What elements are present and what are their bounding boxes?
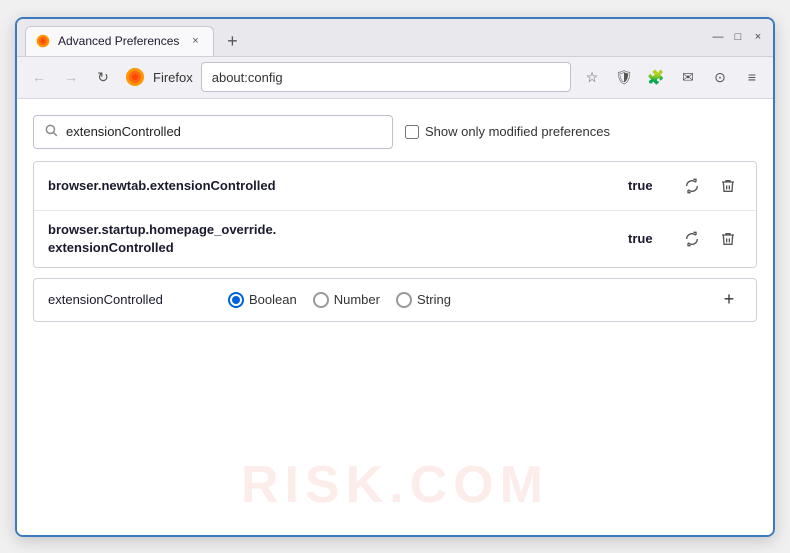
firefox-tab-icon [36,34,50,48]
new-tab-button[interactable]: + [218,28,246,56]
delete-button-2[interactable] [714,225,742,253]
active-tab[interactable]: Advanced Preferences × [25,26,214,56]
browser-window: Advanced Preferences × + — □ × ← → ↻ Fir… [15,17,775,537]
pref-actions-2 [678,225,742,253]
refresh-button[interactable]: ↻ [89,63,117,91]
preferences-table: browser.newtab.extensionControlled true [33,161,757,268]
pref-name-1: browser.newtab.extensionControlled [48,178,628,193]
new-pref-name: extensionControlled [48,292,208,307]
radio-label-number: Number [334,292,380,307]
navbar: ← → ↻ Firefox ☆ 🛡 🧩 ✉ ⊙ ≡ [17,57,773,99]
firefox-logo [125,67,145,87]
reset-button-1[interactable] [678,172,706,200]
radio-circle-string [396,292,412,308]
tab-strip: Advanced Preferences × + [25,19,711,56]
close-button[interactable]: × [751,30,765,44]
pref-value-2: true [628,231,658,246]
search-input[interactable] [66,124,382,139]
add-preference-button[interactable]: + [716,287,742,313]
search-bar-row: Show only modified preferences [33,115,757,149]
reset-button-2[interactable] [678,225,706,253]
shield-icon[interactable]: 🛡 [611,64,637,90]
firefox-label: Firefox [153,70,193,85]
menu-icon[interactable]: ≡ [739,64,765,90]
search-icon [44,123,58,140]
radio-boolean[interactable]: Boolean [228,292,297,308]
watermark: RISK.COM [241,455,549,515]
forward-button[interactable]: → [57,63,85,91]
radio-label-boolean: Boolean [249,292,297,307]
pref-value-1: true [628,178,658,193]
page-content: RISK.COM Show only modified preferences [17,99,773,535]
minimize-button[interactable]: — [711,30,725,44]
table-row: browser.startup.homepage_override.extens… [34,211,756,267]
radio-circle-number [313,292,329,308]
search-input-wrapper [33,115,393,149]
window-controls: — □ × [711,30,765,44]
pref-name-2: browser.startup.homepage_override.extens… [48,221,628,257]
show-modified-row: Show only modified preferences [405,124,610,139]
account-icon[interactable]: ⊙ [707,64,733,90]
delete-button-1[interactable] [714,172,742,200]
tab-title: Advanced Preferences [58,34,179,48]
radio-label-string: String [417,292,451,307]
nav-icons: ☆ 🛡 🧩 ✉ ⊙ ≡ [579,64,765,90]
show-modified-label: Show only modified preferences [425,124,610,139]
maximize-button[interactable]: □ [731,30,745,44]
new-preference-row: extensionControlled Boolean Number [33,278,757,322]
title-bar: Advanced Preferences × + — □ × [17,19,773,57]
mail-icon[interactable]: ✉ [675,64,701,90]
url-bar[interactable] [201,62,571,92]
radio-string[interactable]: String [396,292,451,308]
pref-actions-1 [678,172,742,200]
radio-circle-boolean [228,292,244,308]
radio-dot-boolean [232,296,240,304]
radio-group: Boolean Number String [228,292,451,308]
radio-number[interactable]: Number [313,292,380,308]
table-row: browser.newtab.extensionControlled true [34,162,756,211]
back-button[interactable]: ← [25,63,53,91]
extension-icon[interactable]: 🧩 [643,64,669,90]
show-modified-checkbox[interactable] [405,125,419,139]
bookmark-icon[interactable]: ☆ [579,64,605,90]
tab-close-button[interactable]: × [187,33,203,49]
